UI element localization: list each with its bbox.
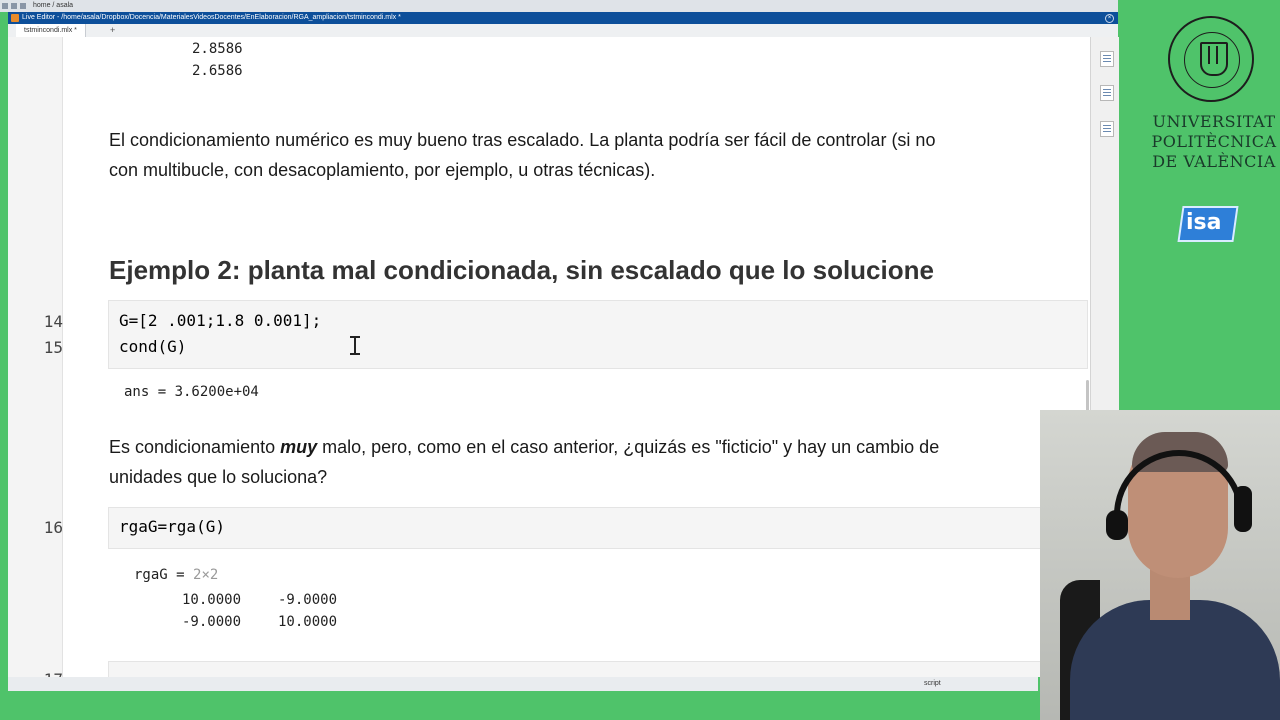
line-number: 15 — [43, 338, 63, 357]
webcam-presenter — [1040, 410, 1280, 720]
code-block[interactable] — [108, 507, 1088, 549]
university-name-line: UNIVERSITAT — [1152, 112, 1276, 131]
back-icon[interactable] — [2, 3, 8, 9]
address-bar: home / asala — [0, 0, 1118, 12]
emphasis-text: muy — [280, 437, 318, 457]
line-number: 16 — [43, 518, 63, 537]
isa-logo-text: isa — [1186, 210, 1222, 235]
text-paragraph[interactable]: Es condicionamiento muy malo, pero, como… — [109, 432, 1069, 492]
line-number-gutter — [8, 37, 63, 677]
text-line: con multibucle, con desacoplamiento, por… — [109, 160, 656, 180]
tab-tstmincondi[interactable]: tstmincondi.mlx * — [16, 24, 86, 37]
matrix-cell: 10.0000 — [182, 592, 242, 608]
line-number: 14 — [43, 312, 63, 331]
matlab-app-icon — [11, 14, 19, 22]
output-variable: rgaG = 2×2 — [134, 567, 218, 583]
output-size: 2×2 — [193, 567, 219, 583]
window-titlebar: Live Editor - /home/asala/Dropbox/Docenc… — [8, 12, 1118, 24]
matrix-cell: 10.0000 — [278, 614, 338, 630]
university-name-line: POLITÈCNICA — [1151, 132, 1277, 151]
window-title: Live Editor - /home/asala/Dropbox/Docenc… — [22, 14, 401, 21]
address-path: home / asala — [32, 2, 74, 9]
output-right-icon[interactable] — [1100, 51, 1114, 67]
background-strip — [0, 691, 1040, 720]
university-logo: UNIVERSITAT POLITÈCNICA DE VALÈNCIA — [1146, 12, 1280, 192]
status-mode: script — [924, 680, 941, 687]
text-span: malo, pero, como en el caso anterior, ¿q… — [317, 437, 940, 457]
live-editor-document[interactable]: 2.8586 2.6586 El condicionamiento numéri… — [8, 37, 1090, 677]
output-value: 2.6586 — [192, 63, 243, 79]
code-line[interactable]: cond(G) — [119, 337, 186, 356]
status-bar: script — [8, 677, 1038, 691]
matrix-cell: -9.0000 — [182, 614, 242, 630]
code-line[interactable]: rgaG=rga(G) — [119, 517, 225, 536]
output-value: 2.8586 — [192, 41, 243, 57]
code-block[interactable] — [108, 661, 1088, 677]
text-line: El condicionamiento numérico es muy buen… — [109, 130, 936, 150]
folder-icon[interactable] — [20, 3, 26, 9]
forward-icon[interactable] — [11, 3, 17, 9]
isa-logo: isa — [1177, 198, 1239, 248]
output-ans: ans = 3.6200e+04 — [124, 384, 259, 400]
university-seal-icon — [1168, 16, 1254, 102]
tab-bar: tstmincondi.mlx * + — [8, 24, 1118, 38]
text-span: Es condicionamiento — [109, 437, 281, 457]
matrix-cell: -9.0000 — [278, 592, 338, 608]
hide-code-icon[interactable] — [1100, 121, 1114, 137]
output-inline-icon[interactable] — [1100, 85, 1114, 101]
text-line: unidades que lo soluciona? — [109, 467, 328, 487]
text-line: Es condicionamiento muy malo, pero, como… — [109, 432, 1069, 462]
output-variable-name: rgaG = — [134, 567, 194, 583]
university-name-line: DE VALÈNCIA — [1152, 152, 1276, 171]
text-paragraph[interactable]: El condicionamiento numérico es muy buen… — [109, 125, 1069, 185]
line-number: 17 — [41, 670, 63, 677]
section-heading[interactable]: Ejemplo 2: planta mal condicionada, sin … — [109, 255, 934, 286]
add-tab-button[interactable]: + — [110, 24, 115, 37]
close-icon[interactable]: × — [1105, 14, 1114, 23]
text-cursor-icon — [350, 336, 360, 356]
university-name: UNIVERSITAT POLITÈCNICA DE VALÈNCIA — [1148, 112, 1280, 172]
code-line[interactable]: G=[2 .001;1.8 0.001]; — [119, 311, 321, 330]
